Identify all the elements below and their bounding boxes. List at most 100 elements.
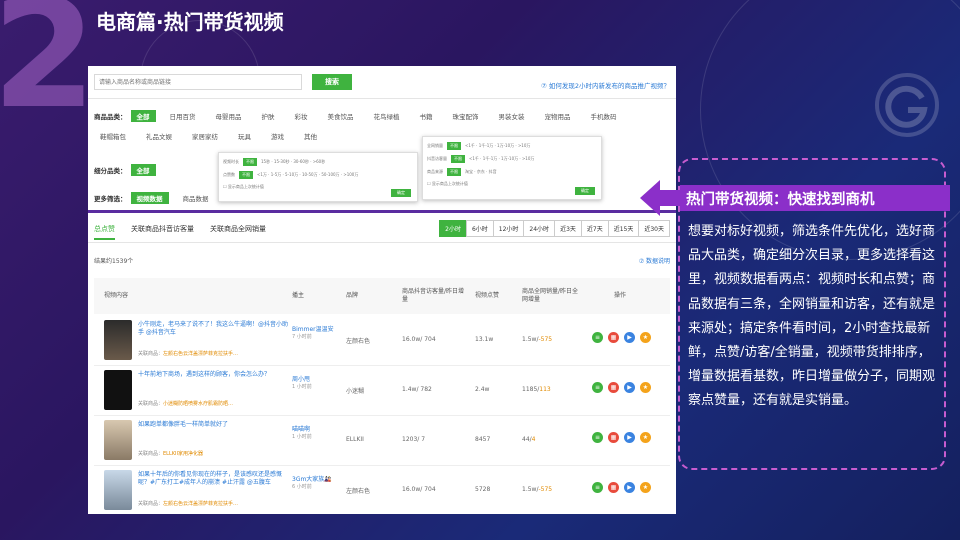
- time-button[interactable]: 近3天: [554, 220, 582, 237]
- posted-ago: 6 小时前: [292, 484, 312, 491]
- video-title[interactable]: 如果十年后的你看见你现在的样子，是该感叹还是感慨呢？#广东打工#成年人的崩溃 #…: [138, 471, 288, 487]
- category-chip[interactable]: 男装女装: [493, 110, 531, 122]
- play-icon[interactable]: ▶: [624, 382, 635, 393]
- table-row[interactable]: 小牛刚走，老马来了说不了！我这么牛逼啊！@抖音小助手 @抖音汽车 关联商品：左颜…: [94, 316, 670, 366]
- callout-text: 想要对标好视频，筛选条件先优化，选好商品大品类，确定细分次目录，更多选择看这里，…: [688, 224, 936, 409]
- star-icon[interactable]: ★: [640, 332, 651, 343]
- video-thumbnail[interactable]: [104, 420, 132, 460]
- video-title[interactable]: 十年前地下商场，遇到这样的顾客，你会怎么办？: [138, 371, 288, 379]
- table-row[interactable]: 如果十年后的你看见你现在的样子，是该感叹还是感慨呢？#广东打工#成年人的崩溃 #…: [94, 466, 670, 514]
- time-button[interactable]: 12小时: [492, 220, 525, 237]
- category-chip[interactable]: 珠宝配饰: [447, 110, 485, 122]
- category-chip[interactable]: 母婴用品: [210, 110, 248, 122]
- play-icon[interactable]: ▶: [624, 432, 635, 443]
- table-row[interactable]: 十年前地下商场，遇到这样的顾客，你会怎么办？ 关联商品：小迷糊防晒喷雾水疗肌霜防…: [94, 366, 670, 416]
- video-thumbnail[interactable]: [104, 470, 132, 510]
- video-thumbnail[interactable]: [104, 320, 132, 360]
- shop-icon[interactable]: ▦: [608, 382, 619, 393]
- likes: 8457: [475, 436, 491, 443]
- time-button[interactable]: 近30天: [638, 220, 670, 237]
- related-label: 关联商品：: [138, 351, 164, 357]
- sales-increment: -575: [538, 336, 553, 343]
- more-chip[interactable]: 视频数据: [130, 192, 169, 204]
- visits: 1203/ 7: [402, 436, 426, 443]
- related-product-link[interactable]: ELLKII家用净化器: [163, 451, 203, 457]
- brand: 左颜右色: [346, 488, 371, 495]
- data-explain-link[interactable]: ⑦ 数据说明: [639, 256, 670, 265]
- more-chip[interactable]: 商品数据: [177, 192, 215, 204]
- help-link[interactable]: ⑦ 如何发现2小时内新发布的商品推广视频？: [541, 80, 670, 90]
- category-chip[interactable]: 花鸟绿植: [368, 110, 406, 122]
- row-actions: ≡ ▦ ▶ ★: [592, 332, 651, 343]
- time-button[interactable]: 24小时: [523, 220, 556, 237]
- posted-ago: 1 小时前: [292, 384, 312, 391]
- category-chip[interactable]: 日用百货: [164, 110, 202, 122]
- related-product-link[interactable]: 左颜右色云洋盖漂萨菲克拉扶手…: [163, 501, 238, 507]
- video-thumbnail[interactable]: [104, 370, 132, 410]
- visits: 16.0w/ 704: [402, 486, 436, 493]
- tab-network-sales[interactable]: 关联商品全网销量: [210, 224, 266, 240]
- sales: 1185/113: [522, 386, 551, 393]
- sales: 1.5w/-575: [522, 336, 553, 343]
- related-product-link[interactable]: 左颜右色云洋盖漂萨菲克拉扶手…: [163, 351, 238, 357]
- related-product: 关联商品：ELLKII家用净化器: [138, 450, 288, 457]
- subcategory-label: 细分品类：: [94, 167, 127, 175]
- shop-icon[interactable]: ▦: [608, 432, 619, 443]
- header-cell: 视频点赞: [475, 292, 500, 300]
- detail-icon[interactable]: ≡: [592, 432, 603, 443]
- divider: [88, 98, 676, 99]
- detail-icon[interactable]: ≡: [592, 382, 603, 393]
- category-chip[interactable]: 彩妆: [289, 110, 314, 122]
- visits: 16.0w/ 704: [402, 336, 436, 343]
- play-icon[interactable]: ▶: [624, 332, 635, 343]
- category-chip[interactable]: 全部: [130, 110, 156, 122]
- time-range-buttons: 2小时 6小时 12小时 24小时 近3天 近7天 近15天 近30天: [439, 220, 670, 237]
- shop-icon[interactable]: ▦: [608, 482, 619, 493]
- more-filter: 更多筛选： 视频数据 商品数据: [94, 192, 223, 204]
- time-button[interactable]: 2小时: [439, 220, 467, 237]
- header-cell: 操作: [614, 292, 627, 300]
- star-icon[interactable]: ★: [640, 432, 651, 443]
- header-cell: 品牌: [346, 292, 359, 300]
- category-chip[interactable]: 美食饮品: [322, 110, 360, 122]
- category-chip[interactable]: 宠物用品: [539, 110, 577, 122]
- category-chip[interactable]: 其他: [298, 130, 323, 142]
- category-label: 商品品类：: [94, 113, 127, 121]
- arrow-left-icon: [640, 180, 684, 216]
- shop-icon[interactable]: ▦: [608, 332, 619, 343]
- category-chip[interactable]: 手机数码: [585, 110, 623, 122]
- table-row[interactable]: 如果跑单都像胖毛一样简单就好了 关联商品：ELLKII家用净化器 喵喵啊 1 小时…: [94, 416, 670, 466]
- related-label: 关联商品：: [138, 451, 164, 457]
- category-chip[interactable]: 礼品文娱: [140, 130, 178, 142]
- tab-total-likes[interactable]: 总点赞: [94, 224, 115, 240]
- row-actions: ≡ ▦ ▶ ★: [592, 382, 651, 393]
- tab-douyin-visitors[interactable]: 关联商品抖音访客量: [131, 224, 194, 240]
- category-chip[interactable]: 玩具: [232, 130, 257, 142]
- star-icon[interactable]: ★: [640, 382, 651, 393]
- sales-increment: 113: [539, 386, 551, 393]
- likes: 2.4w: [475, 386, 490, 393]
- header-cell: 商品抖音访客量/昨日增量: [402, 288, 465, 303]
- search-input[interactable]: [94, 74, 302, 90]
- detail-icon[interactable]: ≡: [592, 482, 603, 493]
- time-button[interactable]: 近15天: [607, 220, 640, 237]
- category-chip[interactable]: 家居家纺: [186, 130, 224, 142]
- category-chip[interactable]: 护肤: [256, 110, 281, 122]
- video-title[interactable]: 小牛刚走，老马来了说不了！我这么牛逼啊！@抖音小助手 @抖音汽车: [138, 321, 288, 337]
- category-chip[interactable]: 鞋帽箱包: [94, 130, 132, 142]
- divider: [88, 242, 676, 243]
- star-icon[interactable]: ★: [640, 482, 651, 493]
- subcategory-chip[interactable]: 全部: [130, 164, 156, 176]
- video-title[interactable]: 如果跑单都像胖毛一样简单就好了: [138, 421, 288, 429]
- detail-icon[interactable]: ≡: [592, 332, 603, 343]
- table-header: 视频内容 播主 品牌 商品抖音访客量/昨日增量 视频点赞 商品全网销量/昨日全网…: [94, 278, 670, 314]
- row-actions: ≡ ▦ ▶ ★: [592, 432, 651, 443]
- category-chip[interactable]: 书籍: [414, 110, 439, 122]
- category-chip[interactable]: 游戏: [265, 130, 290, 142]
- related-product: 关联商品：左颜右色云洋盖漂萨菲克拉扶手…: [138, 350, 288, 357]
- search-button[interactable]: 搜索: [312, 74, 352, 90]
- time-button[interactable]: 6小时: [465, 220, 494, 237]
- play-icon[interactable]: ▶: [624, 482, 635, 493]
- time-button[interactable]: 近7天: [580, 220, 609, 237]
- related-product-link[interactable]: 小迷糊防晒喷雾水疗肌霜防晒…: [163, 401, 233, 407]
